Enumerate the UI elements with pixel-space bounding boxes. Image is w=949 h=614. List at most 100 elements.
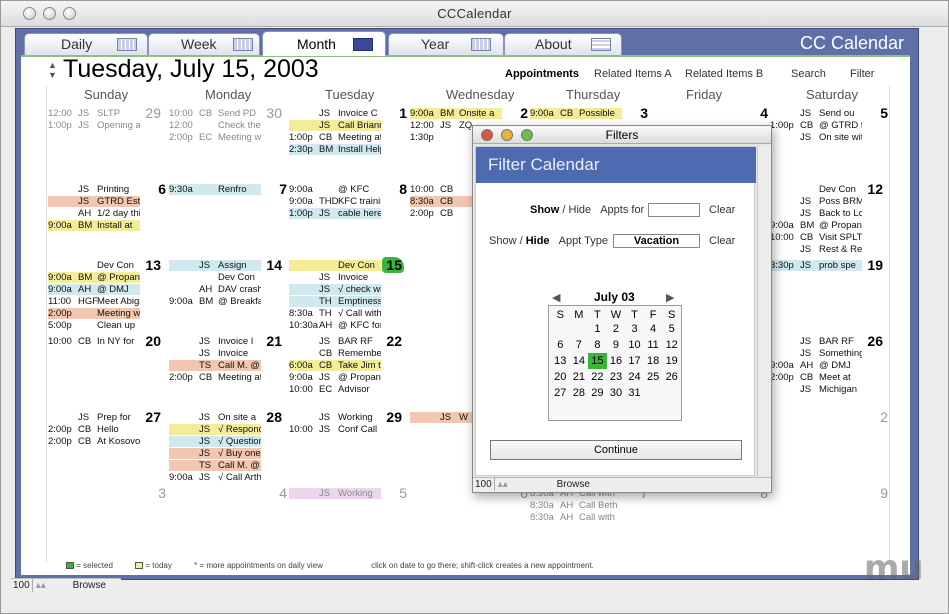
show-toggle-1[interactable]: Show xyxy=(530,204,559,216)
mini-day[interactable]: 7 xyxy=(570,337,589,353)
appointment-item[interactable]: 9:00a JS √ Call Arthur xyxy=(169,472,261,483)
mini-day[interactable]: 18 xyxy=(644,353,663,369)
date-number[interactable]: 4 xyxy=(267,485,287,501)
appointment-item[interactable]: 2:00p CB Meet at xyxy=(770,372,862,383)
appointment-item[interactable]: 1:00p JS cable here. xyxy=(289,208,381,219)
appointment-item[interactable]: 9:00a AH @ DMJ xyxy=(770,360,862,371)
mini-day[interactable]: 21 xyxy=(570,369,589,385)
mini-day[interactable]: 9 xyxy=(607,337,626,353)
date-number[interactable]: 28 xyxy=(262,409,282,425)
appointment-item[interactable]: JS √ Buy one xyxy=(169,448,261,459)
date-number[interactable]: 2 xyxy=(868,409,888,425)
appointment-item[interactable]: 10:00 EC Advisor xyxy=(289,384,381,395)
day-cell[interactable]: 30 10:00 CB Send PD 12:00 Check the 2:00p EC Mee… xyxy=(167,105,288,179)
appointment-item[interactable]: JS Back to Lori xyxy=(770,208,862,219)
appointment-item[interactable]: Dev Con xyxy=(770,184,862,195)
clear-appt-type-button[interactable]: Clear xyxy=(709,235,735,247)
appointment-item[interactable]: 2:00p Meeting with xyxy=(48,308,140,319)
appointment-item[interactable]: 10:00 CB In NY for xyxy=(48,336,140,347)
mini-day[interactable]: 28 xyxy=(570,385,589,401)
appointment-item[interactable]: 2:00p EC Meeting with xyxy=(169,132,261,143)
appointment-item[interactable]: 9:00a BM Install at xyxy=(48,220,140,231)
appointment-item[interactable]: 1:00p CB Meeting at xyxy=(289,132,381,143)
appointment-item[interactable]: 10:30aAH @ KFC for xyxy=(289,320,381,331)
view-tab-search[interactable]: Search xyxy=(791,68,826,80)
day-cell[interactable]: 15 Dev Con JS Invoice JS √ check with TH Emptin… xyxy=(287,257,408,331)
appointment-item[interactable]: JS Invoice C xyxy=(289,108,381,119)
mini-day[interactable]: 26 xyxy=(662,369,681,385)
day-cell[interactable]: 8 9:00a @ KFC 9:00a THDKFC training 1:00p JS ca… xyxy=(287,181,408,255)
mini-day[interactable]: 25 xyxy=(644,369,663,385)
date-number[interactable]: 8 xyxy=(387,181,407,197)
day-cell[interactable]: 26 JS BAR RF JS Something 9:00a AH @ DMJ 2:00p CB… xyxy=(768,333,889,407)
dialog-zoom-slider-icon[interactable]: ▴▴ xyxy=(498,479,522,490)
date-number[interactable]: 5 xyxy=(387,485,407,501)
appointment-item[interactable]: JS On site a xyxy=(169,412,261,423)
day-cell[interactable]: 7 8:30a AH Call with 8:30a AH Call Beth 8:30a AH… xyxy=(528,485,649,559)
appointment-item[interactable]: JS Invoice xyxy=(169,348,261,359)
appointment-item[interactable]: Dev Con xyxy=(48,260,140,271)
appointment-item[interactable]: 1:00p CB @ GTRD to xyxy=(770,120,862,131)
hide-toggle-2[interactable]: Hide xyxy=(526,235,550,247)
appointment-item[interactable]: JS Invoice xyxy=(289,272,381,283)
today-date-number[interactable]: 15 xyxy=(382,257,404,273)
mini-day[interactable]: 24 xyxy=(625,369,644,385)
mini-day[interactable]: 22 xyxy=(588,369,607,385)
appointment-item[interactable]: 2:00p CB At Kosovo xyxy=(48,436,140,447)
day-cell[interactable]: 19 3:30p JS prob spe xyxy=(768,257,889,331)
mini-day[interactable]: 19 xyxy=(662,353,681,369)
date-number[interactable]: 5 xyxy=(868,105,888,121)
appointment-item[interactable]: 9:00a BM @ Breakfast xyxy=(169,296,261,307)
view-tab-filter[interactable]: Filter xyxy=(850,68,874,80)
mini-prev-month-icon[interactable]: ◀ xyxy=(552,291,560,304)
appointment-item[interactable]: JS BAR RF xyxy=(289,336,381,347)
day-cell[interactable]: 14 JS Assign Dev Con AH DAV crash 9:00a BM @ Bre… xyxy=(167,257,288,331)
appointment-item[interactable]: AH DAV crash xyxy=(169,284,261,295)
appointment-item[interactable]: JS Printing xyxy=(48,184,140,195)
day-cell[interactable]: 13Dev Con9:00aBM@ Propane9:00aAH@ DMJ11:… xyxy=(46,257,167,331)
appt-type-field[interactable]: Vacation xyxy=(613,234,700,248)
tab-year[interactable]: Year xyxy=(388,33,504,55)
appointment-item[interactable]: 10:00 CB Send PD xyxy=(169,108,261,119)
day-cell[interactable]: 27 JS Prep for 2:00p CB Hello 2:00p CB At Kosovo xyxy=(46,409,167,483)
mini-day[interactable]: 17 xyxy=(625,353,644,369)
appointment-item[interactable]: JS Michigan xyxy=(770,384,862,395)
appointment-item[interactable]: JS Something xyxy=(770,348,862,359)
dialog-close-button[interactable] xyxy=(481,129,493,141)
day-cell[interactable]: 22JSBAR RFCBRemember6:00aCBTake Jim to9:… xyxy=(287,333,408,407)
mini-day[interactable]: 30 xyxy=(607,385,626,401)
date-number[interactable]: 3 xyxy=(628,105,648,121)
mini-day[interactable]: 2 xyxy=(607,321,626,337)
day-cell[interactable]: 28 JS On site a JS √ Respond JS √ Questions JS √… xyxy=(167,409,288,483)
mini-day[interactable]: 27 xyxy=(551,385,570,401)
date-number[interactable]: 20 xyxy=(141,333,161,349)
mini-day[interactable]: 10 xyxy=(625,337,644,353)
appointment-item[interactable]: TH Emptiness is xyxy=(289,296,381,307)
date-number[interactable]: 22 xyxy=(382,333,402,349)
appointment-item[interactable]: 10:00 JS Conf Call xyxy=(289,424,381,435)
date-number[interactable]: 30 xyxy=(262,105,282,121)
appointment-item[interactable]: JS Working xyxy=(289,412,381,423)
appointment-item[interactable]: 2:00p CB Meeting at xyxy=(169,372,261,383)
mini-day[interactable]: 5 xyxy=(662,321,681,337)
appointment-item[interactable]: JS Assign xyxy=(169,260,261,271)
date-number[interactable]: 26 xyxy=(863,333,883,349)
appointment-item[interactable]: 12:00 Check the xyxy=(169,120,261,131)
day-cell[interactable]: 29 JS Working 10:00 JS Conf Call xyxy=(287,409,408,483)
appointment-item[interactable]: JS Working xyxy=(289,488,381,499)
appointment-item[interactable]: 9:00a CB Possible xyxy=(530,108,622,119)
date-number[interactable]: 27 xyxy=(141,409,161,425)
appointment-item[interactable]: 9:00a @ KFC xyxy=(289,184,381,195)
hide-toggle-1[interactable]: Hide xyxy=(569,204,592,216)
appointment-item[interactable]: 12:00 JS SLTP xyxy=(48,108,140,119)
mini-day[interactable]: 8 xyxy=(588,337,607,353)
appts-for-field[interactable] xyxy=(648,203,700,217)
day-cell[interactable]: 29 12:00 JS SLTP 1:00p JS Opening at xyxy=(46,105,167,179)
appointment-item[interactable]: JS On site with xyxy=(770,132,862,143)
mini-day[interactable]: 11 xyxy=(644,337,663,353)
continue-button[interactable]: Continue xyxy=(490,440,742,460)
date-number[interactable]: 12 xyxy=(863,181,883,197)
appointment-item[interactable]: Dev Con xyxy=(169,272,261,283)
mini-day[interactable]: 29 xyxy=(588,385,607,401)
appointment-item[interactable]: JS BAR RF xyxy=(770,336,862,347)
